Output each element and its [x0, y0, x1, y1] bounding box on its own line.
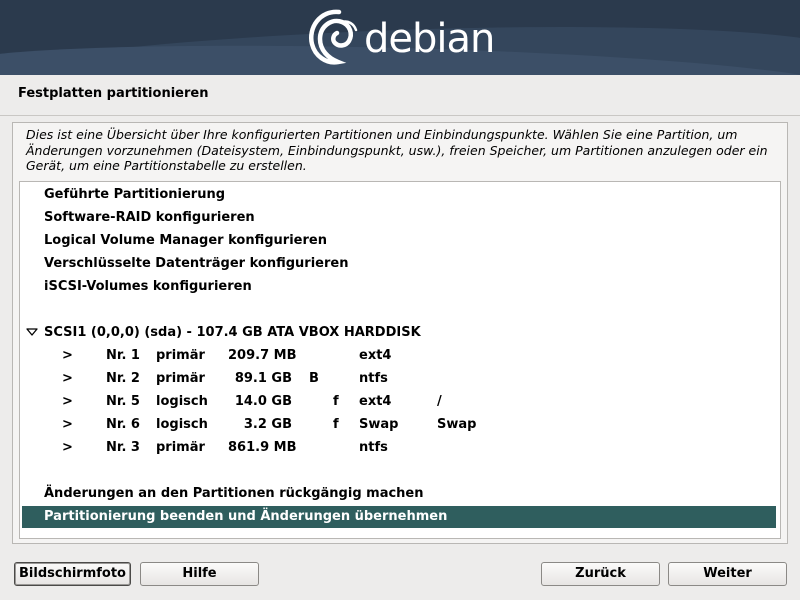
debian-logo: debian	[306, 6, 495, 70]
debian-logo-text: debian	[364, 16, 495, 62]
menu-item-label: iSCSI-Volumes konfigurieren	[44, 279, 252, 294]
partition-row[interactable]: > Nr. 3 primär 861.9 MB ntfs	[22, 437, 776, 459]
disk-label: SCSI1 (0,0,0) (sda) - 107.4 GB ATA VBOX …	[44, 325, 421, 340]
partition-flag: B	[309, 371, 319, 386]
partition-flag: f	[333, 394, 339, 409]
disk-row-sda[interactable]: SCSI1 (0,0,0) (sda) - 107.4 GB ATA VBOX …	[22, 322, 776, 344]
partition-type: logisch	[156, 394, 208, 409]
partition-marker: >	[62, 440, 73, 455]
menu-item-label: Partitionierung beenden und Änderungen ü…	[44, 509, 448, 524]
screenshot-button[interactable]: Bildschirmfoto	[14, 562, 131, 586]
menu-item-label: Logical Volume Manager konfigurieren	[44, 233, 327, 248]
next-button[interactable]: Weiter	[668, 562, 787, 586]
menu-item-label: Software-RAID konfigurieren	[44, 210, 255, 225]
menu-item-label: Verschlüsselte Datenträger konfigurieren	[44, 256, 349, 271]
partition-size: 861.9 MB	[228, 440, 297, 455]
partition-filesystem: ntfs	[359, 371, 388, 386]
menu-item-label: Geführte Partitionierung	[44, 187, 226, 202]
partition-type: primär	[156, 440, 205, 455]
partition-list[interactable]: Geführte Partitionierung Software-RAID k…	[19, 181, 781, 539]
partition-filesystem: ntfs	[359, 440, 388, 455]
help-button[interactable]: Hilfe	[140, 562, 259, 586]
menu-item-software-raid[interactable]: Software-RAID konfigurieren	[22, 207, 776, 229]
partition-size: 14.0 GB	[234, 394, 292, 409]
description-text: Dies ist eine Übersicht über Ihre konfig…	[26, 127, 768, 173]
partition-filesystem: Swap	[359, 417, 399, 432]
partition-size: 209.7 MB	[228, 348, 297, 363]
partition-row[interactable]: > Nr. 5 logisch 14.0 GB f ext4 /	[22, 391, 776, 413]
menu-item-iscsi[interactable]: iSCSI-Volumes konfigurieren	[22, 276, 776, 298]
main-panel: Dies ist eine Übersicht über Ihre konfig…	[12, 122, 788, 544]
partition-mountpoint: /	[437, 394, 442, 409]
finish-partitioning-item[interactable]: Partitionierung beenden und Änderungen ü…	[22, 506, 776, 528]
back-button[interactable]: Zurück	[541, 562, 660, 586]
partition-marker: >	[62, 348, 73, 363]
partition-number: Nr. 2	[106, 371, 140, 386]
partition-type: logisch	[156, 417, 208, 432]
undo-changes-item[interactable]: Änderungen an den Partitionen rückgängig…	[22, 483, 776, 505]
menu-item-lvm[interactable]: Logical Volume Manager konfigurieren	[22, 230, 776, 252]
partition-number: Nr. 1	[106, 348, 140, 363]
triangle-down-icon[interactable]	[26, 327, 38, 337]
partition-size: 3.2 GB	[243, 417, 292, 432]
partition-size: 89.1 GB	[234, 371, 292, 386]
partition-type: primär	[156, 371, 205, 386]
title-divider	[0, 115, 800, 116]
partition-filesystem: ext4	[359, 394, 392, 409]
partition-marker: >	[62, 394, 73, 409]
partition-marker: >	[62, 417, 73, 432]
page-title: Festplatten partitionieren	[18, 86, 209, 101]
partition-mountpoint: Swap	[437, 417, 477, 432]
partition-type: primär	[156, 348, 205, 363]
partition-filesystem: ext4	[359, 348, 392, 363]
header-banner: debian	[0, 0, 800, 75]
partition-number: Nr. 6	[106, 417, 140, 432]
partition-marker: >	[62, 371, 73, 386]
partition-number: Nr. 5	[106, 394, 140, 409]
partition-flag: f	[333, 417, 339, 432]
debian-swirl-icon	[308, 9, 358, 65]
menu-item-guided[interactable]: Geführte Partitionierung	[22, 184, 776, 206]
menu-item-label: Änderungen an den Partitionen rückgängig…	[44, 486, 424, 501]
menu-item-encrypted[interactable]: Verschlüsselte Datenträger konfigurieren	[22, 253, 776, 275]
partition-number: Nr. 3	[106, 440, 140, 455]
partition-row[interactable]: > Nr. 1 primär 209.7 MB ext4	[22, 345, 776, 367]
partition-row[interactable]: > Nr. 6 logisch 3.2 GB f Swap Swap	[22, 414, 776, 436]
partition-row[interactable]: > Nr. 2 primär 89.1 GB B ntfs	[22, 368, 776, 390]
